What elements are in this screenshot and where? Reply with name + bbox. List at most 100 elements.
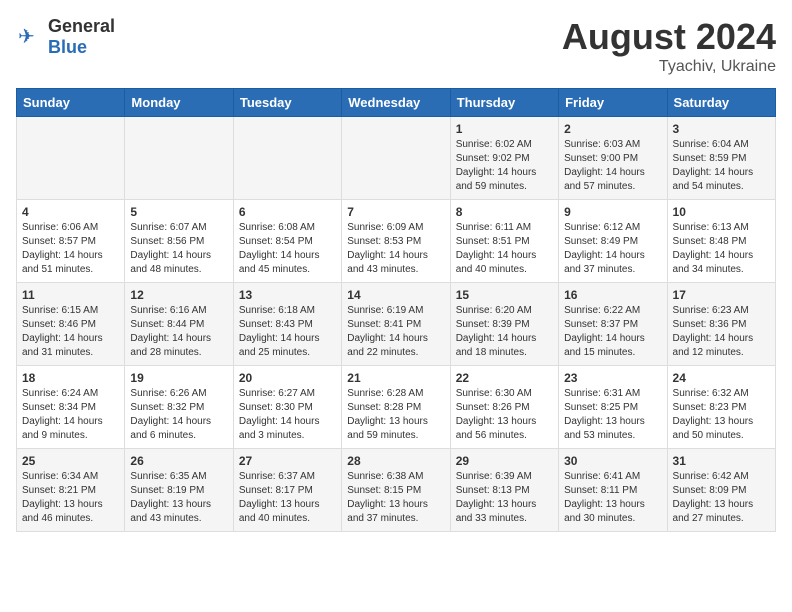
day-info: Sunrise: 6:16 AMSunset: 8:44 PMDaylight:… — [130, 304, 227, 360]
day-info: Sunrise: 6:26 AMSunset: 8:32 PMDaylight:… — [130, 387, 227, 443]
logo: ✈ General Blue — [16, 16, 115, 58]
logo-text-general: General — [48, 16, 115, 36]
calendar-cell: 6 Sunrise: 6:08 AMSunset: 8:54 PMDaylight… — [233, 200, 341, 283]
day-number: 6 — [239, 205, 336, 219]
day-info: Sunrise: 6:06 AMSunset: 8:57 PMDaylight:… — [22, 221, 119, 277]
calendar-cell: 3Sunrise: 6:04 AMSunset: 8:59 PMDaylight… — [667, 117, 775, 200]
day-info: Sunrise: 6:35 AMSunset: 8:19 PMDaylight:… — [130, 470, 227, 526]
calendar-header: SundayMondayTuesdayWednesdayThursdayFrid… — [17, 89, 776, 117]
day-info: Sunrise: 6:23 AMSunset: 8:36 PMDaylight:… — [673, 304, 770, 360]
day-info: Sunrise: 6:15 AMSunset: 8:46 PMDaylight:… — [22, 304, 119, 360]
day-info: Sunrise: 6:39 AMSunset: 8:13 PMDaylight:… — [456, 470, 553, 526]
day-number: 5 — [130, 205, 227, 219]
calendar-body: 1Sunrise: 6:02 AMSunset: 9:02 PMDaylight… — [17, 117, 776, 532]
day-info: Sunrise: 6:03 AMSunset: 9:00 PMDaylight:… — [564, 138, 661, 194]
day-number: 9 — [564, 205, 661, 219]
calendar-week-row: 25 Sunrise: 6:34 AMSunset: 8:21 PMDayligh… — [17, 449, 776, 532]
day-info: Sunrise: 6:42 AMSunset: 8:09 PMDaylight:… — [673, 470, 770, 526]
calendar-cell: 22 Sunrise: 6:30 AMSunset: 8:26 PMDayligh… — [450, 366, 558, 449]
day-number: 2 — [564, 122, 661, 136]
day-number: 13 — [239, 288, 336, 302]
header-row: SundayMondayTuesdayWednesdayThursdayFrid… — [17, 89, 776, 117]
day-number: 27 — [239, 454, 336, 468]
calendar-cell: 31Sunrise: 6:42 AMSunset: 8:09 PMDayligh… — [667, 449, 775, 532]
day-number: 15 — [456, 288, 553, 302]
day-number: 21 — [347, 371, 444, 385]
calendar-week-row: 1Sunrise: 6:02 AMSunset: 9:02 PMDaylight… — [17, 117, 776, 200]
logo-icon: ✈ — [16, 23, 44, 51]
day-number: 18 — [22, 371, 119, 385]
day-info: Sunrise: 6:19 AMSunset: 8:41 PMDaylight:… — [347, 304, 444, 360]
calendar-cell: 29 Sunrise: 6:39 AMSunset: 8:13 PMDayligh… — [450, 449, 558, 532]
calendar-cell: 13 Sunrise: 6:18 AMSunset: 8:43 PMDayligh… — [233, 283, 341, 366]
header-day: Thursday — [450, 89, 558, 117]
day-info: Sunrise: 6:22 AMSunset: 8:37 PMDaylight:… — [564, 304, 661, 360]
title-area: August 2024 Tyachiv, Ukraine — [562, 16, 776, 76]
day-info: Sunrise: 6:07 AMSunset: 8:56 PMDaylight:… — [130, 221, 227, 277]
day-info: Sunrise: 6:09 AMSunset: 8:53 PMDaylight:… — [347, 221, 444, 277]
calendar-week-row: 11 Sunrise: 6:15 AMSunset: 8:46 PMDayligh… — [17, 283, 776, 366]
calendar-cell: 8 Sunrise: 6:11 AMSunset: 8:51 PMDaylight… — [450, 200, 558, 283]
header-day: Friday — [559, 89, 667, 117]
day-info: Sunrise: 6:20 AMSunset: 8:39 PMDaylight:… — [456, 304, 553, 360]
calendar-cell: 7 Sunrise: 6:09 AMSunset: 8:53 PMDaylight… — [342, 200, 450, 283]
logo-text-blue: Blue — [48, 37, 87, 57]
header-day: Monday — [125, 89, 233, 117]
day-number: 29 — [456, 454, 553, 468]
day-info: Sunrise: 6:24 AMSunset: 8:34 PMDaylight:… — [22, 387, 119, 443]
calendar-cell: 25 Sunrise: 6:34 AMSunset: 8:21 PMDayligh… — [17, 449, 125, 532]
day-info: Sunrise: 6:34 AMSunset: 8:21 PMDaylight:… — [22, 470, 119, 526]
day-info: Sunrise: 6:30 AMSunset: 8:26 PMDaylight:… — [456, 387, 553, 443]
day-number: 7 — [347, 205, 444, 219]
day-number: 17 — [673, 288, 770, 302]
day-number: 30 — [564, 454, 661, 468]
calendar-cell: 15 Sunrise: 6:20 AMSunset: 8:39 PMDayligh… — [450, 283, 558, 366]
day-info: Sunrise: 6:28 AMSunset: 8:28 PMDaylight:… — [347, 387, 444, 443]
header-day: Tuesday — [233, 89, 341, 117]
calendar-cell: 20Sunrise: 6:27 AMSunset: 8:30 PMDayligh… — [233, 366, 341, 449]
calendar-cell — [17, 117, 125, 200]
day-info: Sunrise: 6:18 AMSunset: 8:43 PMDaylight:… — [239, 304, 336, 360]
day-number: 25 — [22, 454, 119, 468]
day-number: 8 — [456, 205, 553, 219]
header: ✈ General Blue August 2024 Tyachiv, Ukra… — [16, 16, 776, 76]
calendar-cell: 12 Sunrise: 6:16 AMSunset: 8:44 PMDayligh… — [125, 283, 233, 366]
calendar-cell: 21 Sunrise: 6:28 AMSunset: 8:28 PMDayligh… — [342, 366, 450, 449]
calendar-cell: 17 Sunrise: 6:23 AMSunset: 8:36 PMDayligh… — [667, 283, 775, 366]
header-day: Saturday — [667, 89, 775, 117]
calendar-cell: 18 Sunrise: 6:24 AMSunset: 8:34 PMDayligh… — [17, 366, 125, 449]
calendar-cell: 11 Sunrise: 6:15 AMSunset: 8:46 PMDayligh… — [17, 283, 125, 366]
day-number: 19 — [130, 371, 227, 385]
main-title: August 2024 — [562, 16, 776, 58]
day-number: 11 — [22, 288, 119, 302]
day-number: 28 — [347, 454, 444, 468]
calendar-cell: 24 Sunrise: 6:32 AMSunset: 8:23 PMDayligh… — [667, 366, 775, 449]
day-number: 1 — [456, 122, 553, 136]
day-info: Sunrise: 6:11 AMSunset: 8:51 PMDaylight:… — [456, 221, 553, 277]
header-day: Wednesday — [342, 89, 450, 117]
calendar-week-row: 4 Sunrise: 6:06 AMSunset: 8:57 PMDaylight… — [17, 200, 776, 283]
calendar-cell: 28 Sunrise: 6:38 AMSunset: 8:15 PMDayligh… — [342, 449, 450, 532]
day-number: 14 — [347, 288, 444, 302]
calendar-cell: 5 Sunrise: 6:07 AMSunset: 8:56 PMDaylight… — [125, 200, 233, 283]
day-number: 12 — [130, 288, 227, 302]
day-info: Sunrise: 6:08 AMSunset: 8:54 PMDaylight:… — [239, 221, 336, 277]
calendar-cell: 27Sunrise: 6:37 AMSunset: 8:17 PMDayligh… — [233, 449, 341, 532]
calendar-cell: 30Sunrise: 6:41 AMSunset: 8:11 PMDayligh… — [559, 449, 667, 532]
calendar-cell: 19 Sunrise: 6:26 AMSunset: 8:32 PMDayligh… — [125, 366, 233, 449]
day-number: 16 — [564, 288, 661, 302]
calendar-cell: 16 Sunrise: 6:22 AMSunset: 8:37 PMDayligh… — [559, 283, 667, 366]
day-info: Sunrise: 6:32 AMSunset: 8:23 PMDaylight:… — [673, 387, 770, 443]
day-number: 24 — [673, 371, 770, 385]
day-info: Sunrise: 6:13 AMSunset: 8:48 PMDaylight:… — [673, 221, 770, 277]
day-number: 23 — [564, 371, 661, 385]
day-info: Sunrise: 6:27 AMSunset: 8:30 PMDaylight:… — [239, 387, 336, 443]
calendar-cell: 26Sunrise: 6:35 AMSunset: 8:19 PMDayligh… — [125, 449, 233, 532]
day-info: Sunrise: 6:38 AMSunset: 8:15 PMDaylight:… — [347, 470, 444, 526]
calendar-table: SundayMondayTuesdayWednesdayThursdayFrid… — [16, 88, 776, 532]
day-number: 22 — [456, 371, 553, 385]
svg-text:✈: ✈ — [18, 26, 35, 48]
day-number: 4 — [22, 205, 119, 219]
calendar-cell — [233, 117, 341, 200]
calendar-cell: 14 Sunrise: 6:19 AMSunset: 8:41 PMDayligh… — [342, 283, 450, 366]
